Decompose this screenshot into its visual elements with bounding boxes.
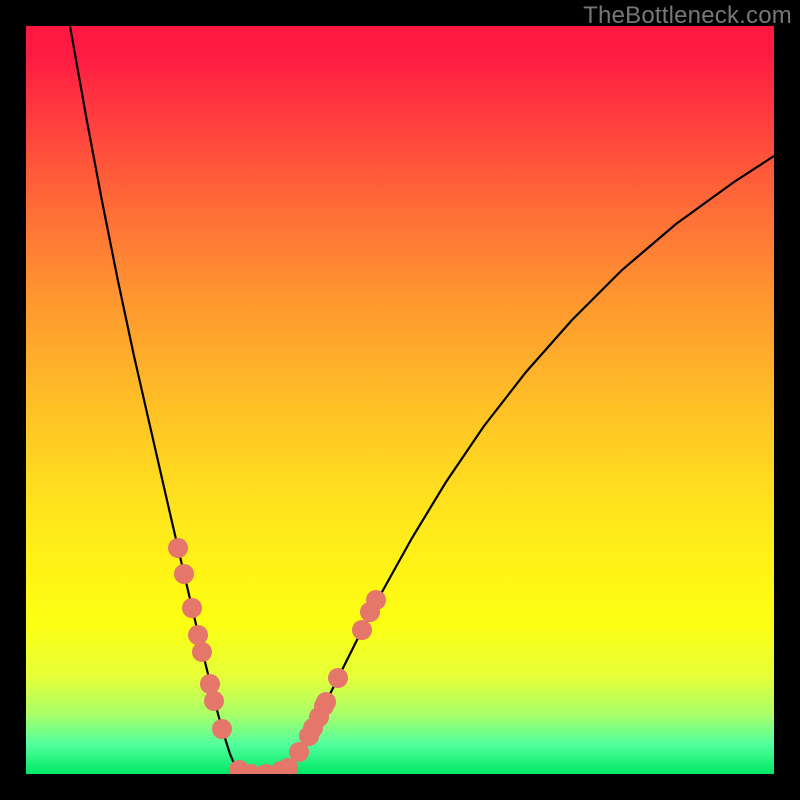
watermark-label: TheBottleneck.com: [583, 2, 792, 30]
data-dot: [328, 668, 348, 688]
data-dot: [352, 620, 372, 640]
data-dot: [182, 598, 202, 618]
data-dot: [212, 719, 232, 739]
data-dot: [366, 590, 386, 610]
data-dot: [168, 538, 188, 558]
data-dot: [188, 625, 208, 645]
data-dot: [204, 691, 224, 711]
data-dot: [192, 642, 212, 662]
data-dot: [200, 674, 220, 694]
curve-right: [291, 156, 774, 766]
data-dots: [168, 538, 386, 774]
data-dot: [174, 564, 194, 584]
curve-left: [70, 26, 236, 768]
chart-overlay: [26, 26, 774, 774]
data-dot: [316, 692, 336, 712]
